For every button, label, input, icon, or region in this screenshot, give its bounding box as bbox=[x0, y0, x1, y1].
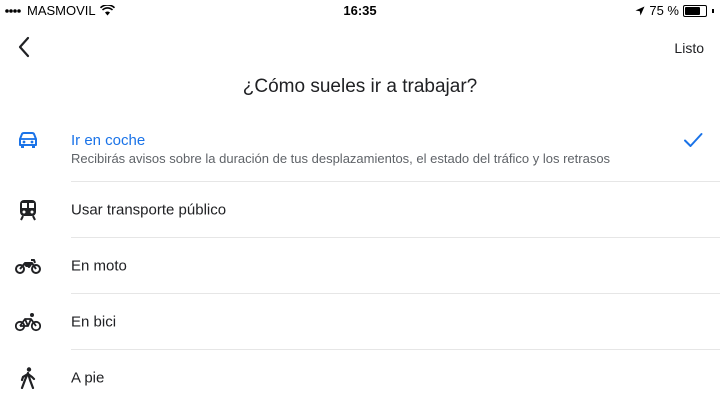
motorcycle-icon bbox=[14, 252, 42, 280]
option-motorcycle[interactable]: En moto bbox=[0, 238, 720, 294]
option-label: Usar transporte público bbox=[71, 201, 227, 219]
commute-options-list: Ir en coche Recibirás avisos sobre la du… bbox=[0, 115, 720, 406]
status-bar: MASMOVIL 16:35 75 % bbox=[0, 0, 720, 20]
done-button[interactable]: Listo bbox=[674, 40, 704, 56]
option-description: Recibirás avisos sobre la duración de tu… bbox=[71, 151, 611, 166]
option-label: Ir en coche bbox=[71, 132, 146, 149]
option-label: En bici bbox=[71, 313, 117, 331]
checkmark-icon bbox=[684, 133, 703, 147]
battery-level bbox=[685, 6, 700, 15]
train-icon bbox=[14, 196, 42, 224]
bicycle-icon bbox=[14, 308, 42, 336]
option-bicycle[interactable]: En bici bbox=[0, 294, 720, 350]
status-right: 75 % bbox=[635, 3, 714, 18]
option-label: A pie bbox=[71, 369, 105, 387]
option-public-transport[interactable]: Usar transporte público bbox=[0, 182, 720, 238]
chevron-left-icon bbox=[18, 36, 30, 58]
page-title: ¿Cómo sueles ir a trabajar? bbox=[242, 76, 478, 97]
option-car[interactable]: Ir en coche Recibirás avisos sobre la du… bbox=[0, 115, 720, 182]
walking-icon bbox=[14, 364, 42, 392]
battery-cap bbox=[712, 8, 714, 13]
battery-percent: 75 % bbox=[649, 3, 679, 18]
status-time: 16:35 bbox=[343, 3, 377, 18]
car-icon bbox=[14, 126, 42, 154]
option-label: En moto bbox=[71, 257, 127, 275]
battery-icon bbox=[683, 4, 707, 17]
back-button[interactable] bbox=[10, 33, 38, 61]
option-walking[interactable]: A pie bbox=[0, 350, 720, 406]
location-arrow-icon bbox=[635, 6, 645, 15]
